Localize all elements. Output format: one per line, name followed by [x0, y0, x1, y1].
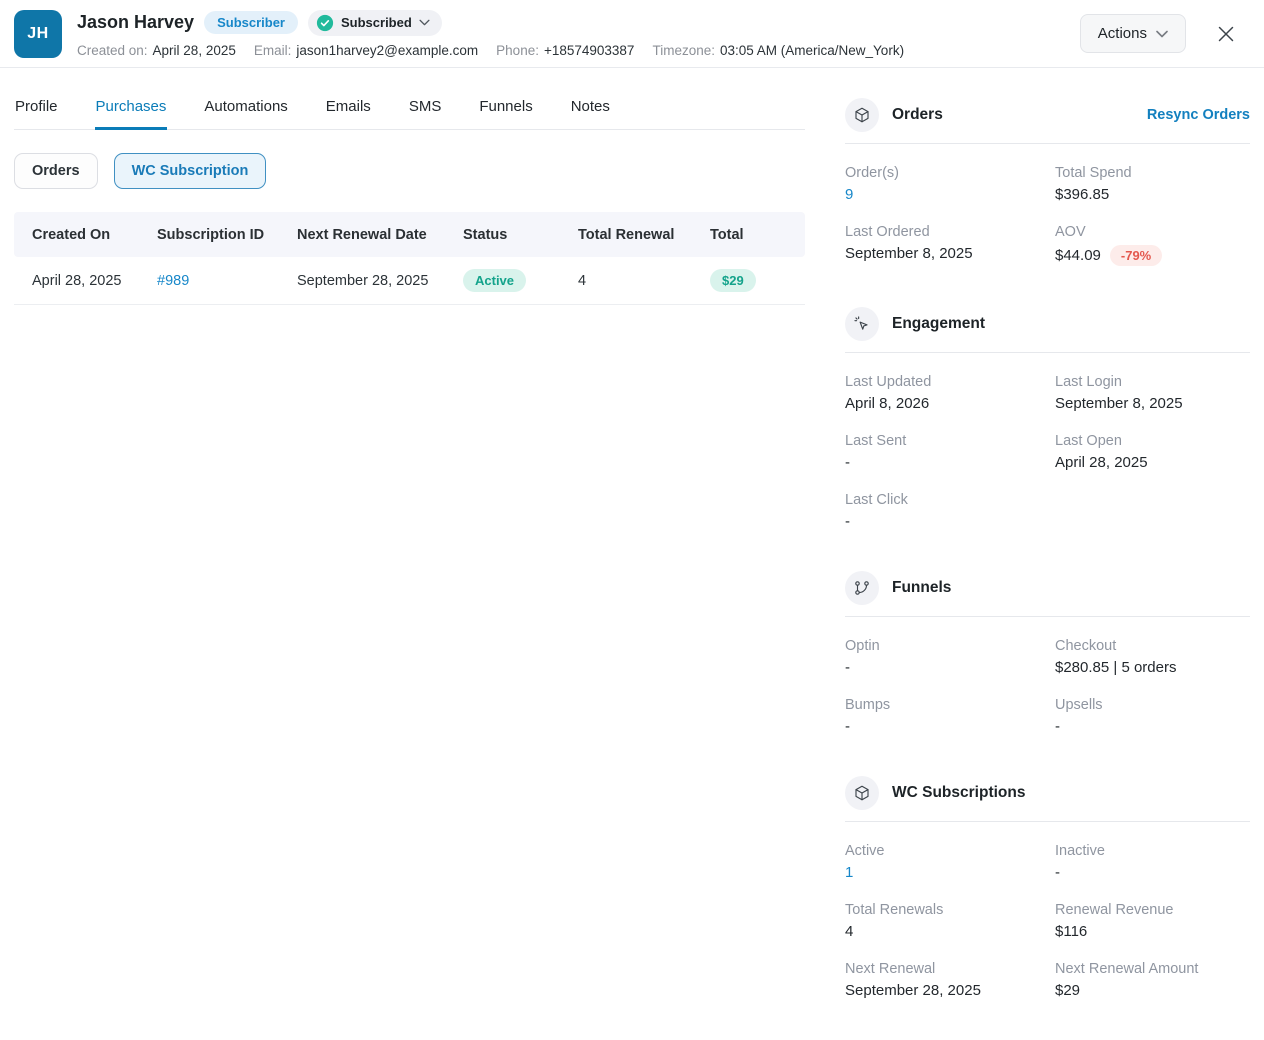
tab-purchases[interactable]: Purchases — [95, 98, 168, 130]
cursor-click-icon — [845, 307, 879, 341]
wc-subscriptions-section-title: WC Subscriptions — [892, 784, 1025, 802]
field-next-renewal-amount: Next Renewal Amount $29 — [1055, 961, 1250, 999]
field-checkout: Checkout $280.85 | 5 orders — [1055, 638, 1250, 676]
status-badge-label: Subscribed — [341, 15, 412, 30]
check-badge-icon — [316, 14, 334, 32]
divider — [845, 821, 1250, 822]
field-renewal-revenue: Renewal Revenue $116 — [1055, 902, 1250, 940]
chevron-down-icon — [1156, 30, 1168, 38]
resync-orders-link[interactable]: Resync Orders — [1147, 107, 1250, 123]
orders-count-link[interactable]: 9 — [845, 186, 853, 203]
tab-profile[interactable]: Profile — [14, 98, 59, 130]
purchases-filter-group: Orders WC Subscription — [14, 153, 805, 189]
contact-meta: Created on: April 28, 2025 Email: jason1ha… — [77, 43, 904, 58]
role-badge: Subscriber — [204, 11, 298, 34]
aov-change-badge: -79% — [1110, 245, 1162, 266]
status-badge: Active — [463, 269, 526, 292]
main-content: Profile Purchases Automations Emails SMS… — [0, 68, 1264, 1040]
engagement-section: Engagement Last Updated April 8, 2026 La… — [845, 307, 1250, 530]
divider — [845, 352, 1250, 353]
close-icon — [1216, 24, 1236, 44]
contact-name: Jason Harvey — [77, 12, 194, 33]
timezone-label: Timezone: — [652, 43, 715, 58]
package-icon — [845, 776, 879, 810]
column-header-subscription-id: Subscription ID — [157, 227, 297, 243]
cell-total-renewal: 4 — [578, 273, 710, 289]
active-subscriptions-link[interactable]: 1 — [845, 864, 853, 881]
timezone-value: 03:05 AM (America/New_York) — [720, 43, 904, 58]
divider — [845, 616, 1250, 617]
created-on-value: April 28, 2025 — [153, 43, 236, 58]
column-header-status: Status — [463, 227, 578, 243]
cell-next-renewal-date: September 28, 2025 — [297, 273, 463, 289]
orders-section-title: Orders — [892, 106, 943, 124]
total-badge: $29 — [710, 269, 756, 292]
actions-button-label: Actions — [1098, 25, 1147, 42]
field-total-renewals: Total Renewals 4 — [845, 902, 1055, 940]
table-row: April 28, 2025 #989 September 28, 2025 A… — [14, 257, 805, 305]
column-header-total-renewal: Total Renewal — [578, 227, 710, 243]
filter-orders-button[interactable]: Orders — [14, 153, 98, 189]
filter-wc-subscription-button[interactable]: WC Subscription — [114, 153, 267, 189]
actions-button[interactable]: Actions — [1080, 14, 1186, 53]
cell-created-on: April 28, 2025 — [32, 273, 157, 289]
field-upsells: Upsells - — [1055, 697, 1250, 735]
status-dropdown[interactable]: Subscribed — [308, 10, 442, 36]
phone-label: Phone: — [496, 43, 539, 58]
subscription-id-link[interactable]: #989 — [157, 273, 189, 289]
subscriptions-table: Created On Subscription ID Next Renewal … — [14, 212, 805, 305]
table-header-row: Created On Subscription ID Next Renewal … — [14, 212, 805, 257]
wc-subscriptions-section: WC Subscriptions Active 1 Inactive - Tot… — [845, 776, 1250, 999]
aov-value: $44.09 — [1055, 247, 1101, 264]
tab-automations[interactable]: Automations — [203, 98, 288, 130]
close-button[interactable] — [1212, 20, 1240, 48]
avatar-initials: JH — [27, 25, 48, 43]
field-next-renewal: Next Renewal September 28, 2025 — [845, 961, 1055, 999]
funnels-section-title: Funnels — [892, 579, 951, 597]
contact-header: JH Jason Harvey Subscriber Subscribed Cr… — [0, 0, 1264, 68]
avatar: JH — [14, 10, 62, 58]
field-bumps: Bumps - — [845, 697, 1055, 735]
created-on-label: Created on: — [77, 43, 148, 58]
contact-info: Jason Harvey Subscriber Subscribed Creat… — [77, 10, 904, 58]
package-icon — [845, 98, 879, 132]
divider — [845, 143, 1250, 144]
chevron-down-icon — [419, 19, 430, 26]
field-optin: Optin - — [845, 638, 1055, 676]
email-value: jason1harvey2@example.com — [296, 43, 478, 58]
tab-sms[interactable]: SMS — [408, 98, 443, 130]
left-panel: Profile Purchases Automations Emails SMS… — [14, 68, 805, 1040]
tab-emails[interactable]: Emails — [325, 98, 372, 130]
field-last-login: Last Login September 8, 2025 — [1055, 374, 1250, 412]
tab-notes[interactable]: Notes — [570, 98, 611, 130]
field-last-ordered: Last Ordered September 8, 2025 — [845, 224, 1055, 266]
email-label: Email: — [254, 43, 292, 58]
field-last-click: Last Click - — [845, 492, 1055, 530]
orders-section: Orders Resync Orders Order(s) 9 Total Sp… — [845, 98, 1250, 266]
field-inactive-subscriptions: Inactive - — [1055, 843, 1250, 881]
field-last-updated: Last Updated April 8, 2026 — [845, 374, 1055, 412]
column-header-total: Total — [710, 227, 805, 243]
funnels-section: Funnels Optin - Checkout $280.85 | 5 ord… — [845, 571, 1250, 735]
column-header-created-on: Created On — [32, 227, 157, 243]
field-total-spend: Total Spend $396.85 — [1055, 165, 1250, 203]
field-active-subscriptions: Active 1 — [845, 843, 1055, 881]
field-last-open: Last Open April 28, 2025 — [1055, 433, 1250, 471]
tab-funnels[interactable]: Funnels — [478, 98, 533, 130]
tab-bar: Profile Purchases Automations Emails SMS… — [14, 98, 805, 130]
field-last-sent: Last Sent - — [845, 433, 1055, 471]
column-header-next-renewal-date: Next Renewal Date — [297, 227, 463, 243]
engagement-section-title: Engagement — [892, 315, 985, 333]
field-orders-count: Order(s) 9 — [845, 165, 1055, 203]
field-aov: AOV $44.09 -79% — [1055, 224, 1250, 266]
branch-icon — [845, 571, 879, 605]
phone-value: +18574903387 — [544, 43, 634, 58]
summary-sidebar: Orders Resync Orders Order(s) 9 Total Sp… — [845, 68, 1250, 1040]
